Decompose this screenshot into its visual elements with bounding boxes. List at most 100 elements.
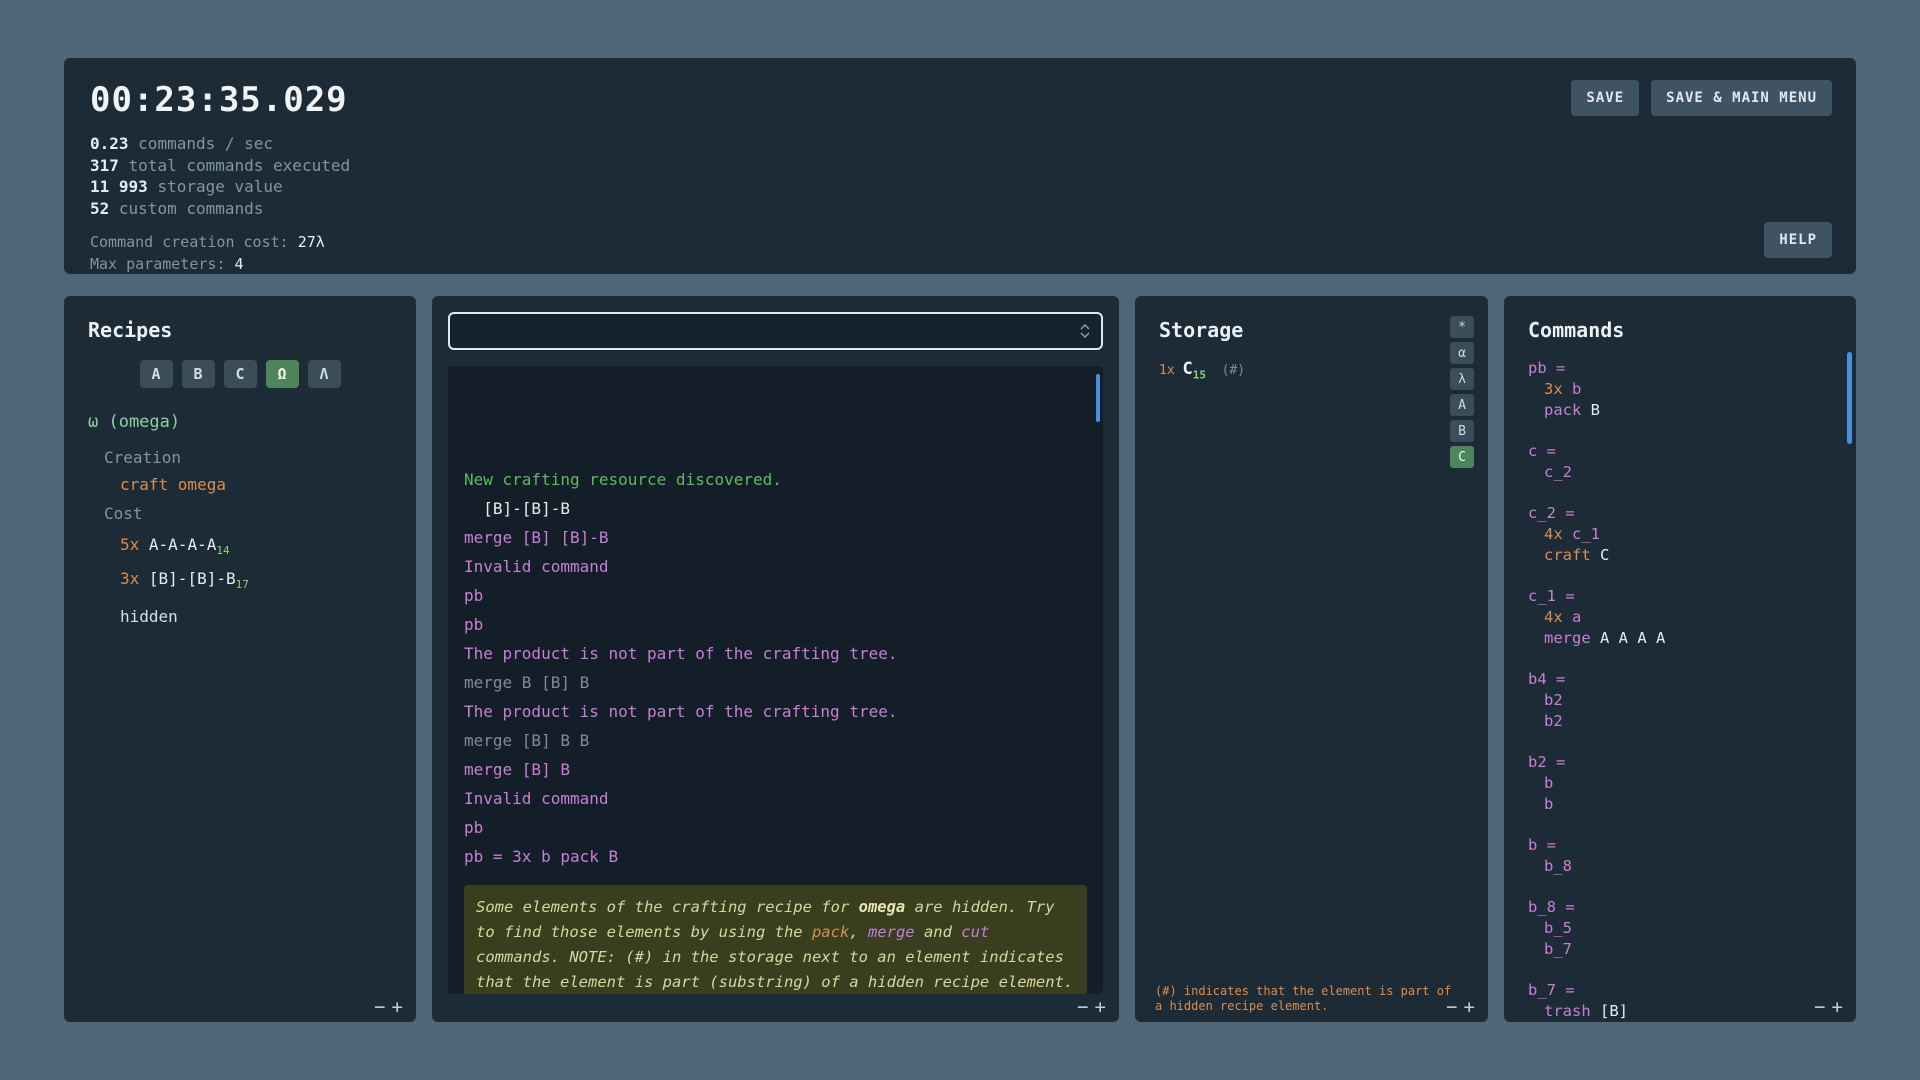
console-line-text: pb [464,586,483,605]
recipes-tab-C[interactable]: C [224,360,257,388]
command-line: b2 [1528,690,1832,711]
console-scrollbar-thumb[interactable] [1096,374,1100,422]
recipe-costs: 5x A-A-A-A143x [B]-[B]-B17 [88,531,392,599]
timer: 00:23:35.029 [90,80,1830,120]
recipe-cost-label: Cost [88,504,392,523]
item-count: 15 [1193,368,1206,381]
zoom-controls: − + [1077,996,1106,1018]
command-entry: b_8 =b_5b_7 [1528,897,1832,960]
command-text: b [1544,795,1553,813]
meta-row: Max parameters: 4 [90,254,1830,276]
command-text: 4x [1544,525,1572,543]
zoom-out-button[interactable]: − [1814,996,1825,1018]
storage-panel: Storage 1x C15 (#) *αλABC (#) indicates … [1135,296,1488,1022]
storage-filter-α[interactable]: α [1450,342,1474,364]
zoom-in-button[interactable]: + [1095,996,1106,1018]
console-panel: New crafting resource discovered. [B]-[B… [432,296,1119,1022]
recipes-tab-Λ[interactable]: Λ [308,360,341,388]
console-line: pb [464,581,1087,610]
command-name: c_2 = [1528,503,1832,524]
recipes-title: Recipes [88,318,392,342]
command-line: 3x b [1528,379,1832,400]
storage-filter-λ[interactable]: λ [1450,368,1474,390]
page: 00:23:35.029 0.23 commands / sec317 tota… [0,0,1920,1022]
recipes-tab-B[interactable]: B [182,360,215,388]
command-line: 4x c_1 [1528,524,1832,545]
stat-row: 11 993 storage value [90,176,1830,198]
command-text: B [1591,401,1600,419]
storage-filter-A[interactable]: A [1450,394,1474,416]
meta-value: 4 [235,255,244,273]
console-line-text: pb [464,615,483,634]
zoom-controls: − + [374,996,403,1018]
console-line-text: New crafting resource discovered. [464,470,782,489]
notice-text: cut [961,923,989,941]
recipes-tab-A[interactable]: A [140,360,173,388]
help-button[interactable]: HELP [1764,222,1832,258]
zoom-out-button[interactable]: − [1077,996,1088,1018]
command-line: 4x a [1528,607,1832,628]
storage-item: 1x C15 (#) [1159,356,1464,388]
command-text: craft [1544,546,1600,564]
command-name: b = [1528,835,1832,856]
chevron-up-down-icon[interactable] [1079,322,1091,340]
command-entry: b4 =b2b2 [1528,669,1832,732]
command-text: c_2 [1544,463,1572,481]
console-line-text: The product is not part of the crafting … [464,702,897,721]
save-button[interactable]: SAVE [1571,80,1639,116]
header-buttons: SAVE SAVE & MAIN MENU [1571,80,1832,116]
command-text: 3x [1544,380,1572,398]
zoom-in-button[interactable]: + [1832,996,1843,1018]
console-line: merge B [B] B [464,668,1087,697]
item-hidden-badge: (#) [1206,363,1245,378]
console-output: New crafting resource discovered. [B]-[B… [448,366,1103,994]
console-line-text: pb [464,818,483,837]
command-text: merge [1544,629,1600,647]
recipes-tabs: ABCΩΛ [88,360,392,388]
command-line: b [1528,794,1832,815]
command-line: b_8 [1528,856,1832,877]
console-line: merge [B] B [464,755,1087,784]
save-main-menu-button[interactable]: SAVE & MAIN MENU [1651,80,1832,116]
console-line-text: Invalid command [464,557,609,576]
notice-text: commands. NOTE: (#) in the storage next … [476,948,1073,991]
recipes-tab-Ω[interactable]: Ω [266,360,299,388]
zoom-out-button[interactable]: − [1446,996,1457,1018]
recipe-creation-label: Creation [88,448,392,467]
notice-text: Some elements of the crafting recipe for [476,898,859,916]
console-input[interactable] [460,322,1079,341]
storage-filter-*[interactable]: * [1450,316,1474,338]
storage-filter-B[interactable]: B [1450,420,1474,442]
commands-title: Commands [1528,318,1832,342]
recipe-hidden-label: hidden [88,607,392,626]
zoom-in-button[interactable]: + [1464,996,1475,1018]
stat-value: 11 993 [90,177,148,196]
cost-item: [B]-[B]-B [149,569,236,588]
console-line-text: Invalid command [464,789,609,808]
command-line: c_2 [1528,462,1832,483]
stat-label: storage value [157,177,282,196]
console-line: Invalid command [464,552,1087,581]
command-name: c = [1528,441,1832,462]
commands-scrollbar-thumb[interactable] [1847,352,1852,444]
command-entry: b2 =bb [1528,752,1832,815]
cost-qty: 3x [120,569,149,588]
cost-count: 17 [236,578,249,591]
meta-label: Command creation cost: [90,233,298,251]
command-text: pack [1544,401,1591,419]
storage-filter-C[interactable]: C [1450,446,1474,468]
stat-row: 0.23 commands / sec [90,133,1830,155]
meta-value: 27λ [298,233,325,251]
command-text: b [1572,380,1581,398]
cost-item: A-A-A-A [149,535,216,554]
zoom-in-button[interactable]: + [392,996,403,1018]
command-text: [B] [1600,1002,1628,1020]
zoom-out-button[interactable]: − [374,996,385,1018]
command-name: pb = [1528,358,1832,379]
command-entry: c =c_2 [1528,441,1832,483]
command-name: c_1 = [1528,586,1832,607]
stat-label: commands / sec [138,134,273,153]
command-text: A A A A [1600,629,1665,647]
stat-value: 317 [90,156,119,175]
command-text: b_8 [1544,857,1572,875]
